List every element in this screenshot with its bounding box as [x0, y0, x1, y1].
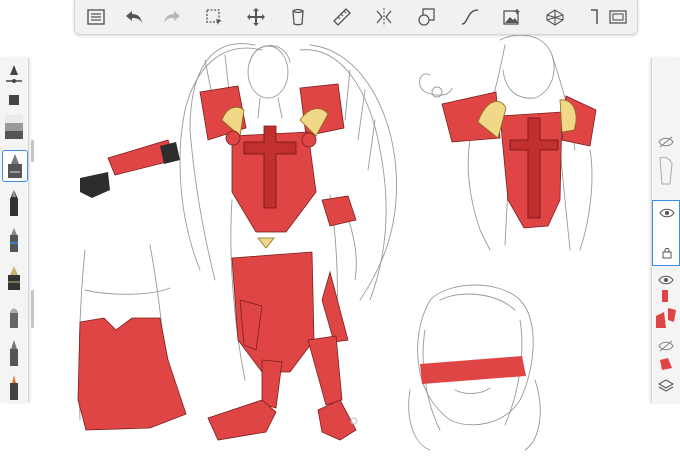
- ink-brush[interactable]: [2, 372, 26, 402]
- layers-icon[interactable]: [658, 378, 674, 394]
- lock-icon[interactable]: [662, 247, 672, 259]
- image-icon[interactable]: [497, 2, 527, 32]
- palette-scroll-handle-bottom[interactable]: [31, 290, 34, 328]
- layers-panel: [651, 58, 680, 403]
- color-swatch[interactable]: [2, 112, 26, 142]
- perspective-icon[interactable]: [540, 2, 570, 32]
- gallery-icon[interactable]: [81, 2, 111, 32]
- layer-color-thumbnail: [656, 290, 676, 328]
- layer-sketch[interactable]: [652, 200, 680, 266]
- layer-top-thumbnail: [659, 156, 673, 185]
- pencil-brush[interactable]: [2, 150, 28, 182]
- airbrush-brush[interactable]: [2, 262, 26, 292]
- paintbrush-brush[interactable]: [2, 300, 26, 330]
- drawing-canvas[interactable]: [0, 0, 680, 459]
- ruler-icon[interactable]: [327, 2, 357, 32]
- brush-size-slider[interactable]: [2, 60, 26, 90]
- copy-layer-icon[interactable]: [283, 2, 313, 32]
- eye-hidden-icon[interactable]: [658, 340, 674, 352]
- selection-icon[interactable]: [199, 2, 229, 32]
- layer-base-thumbnail: [660, 358, 672, 370]
- palette-scroll-handle-top[interactable]: [31, 140, 34, 162]
- eye-hidden-icon[interactable]: [658, 136, 674, 148]
- eye-icon[interactable]: [658, 274, 674, 286]
- fullscreen-icon[interactable]: [603, 2, 633, 32]
- eye-icon[interactable]: [659, 207, 675, 219]
- curve-icon[interactable]: [455, 2, 485, 32]
- undo-icon[interactable]: [119, 2, 149, 32]
- brush-palette: [0, 58, 29, 402]
- layer-base[interactable]: [652, 338, 680, 376]
- symmetry-icon[interactable]: [369, 2, 399, 32]
- transform-icon[interactable]: [241, 2, 271, 32]
- marker-brush[interactable]: [2, 224, 26, 254]
- shapes-icon[interactable]: [412, 2, 442, 32]
- fineliner-brush[interactable]: [2, 188, 26, 218]
- layer-top[interactable]: [652, 132, 680, 192]
- top-toolbar: [74, 0, 638, 35]
- redo-icon[interactable]: [157, 2, 187, 32]
- layer-color[interactable]: [652, 270, 680, 332]
- pen-brush[interactable]: [2, 338, 26, 368]
- layer-stack-button[interactable]: [652, 376, 680, 400]
